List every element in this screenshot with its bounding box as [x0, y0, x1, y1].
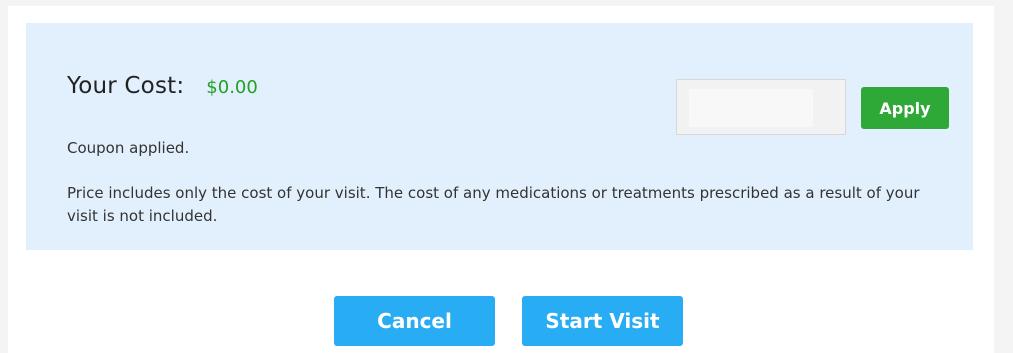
cost-summary-panel: Your Cost: $0.00 Apply Coupon applied. P…	[26, 23, 973, 250]
cost-value: $0.00	[206, 77, 258, 98]
start-visit-button[interactable]: Start Visit	[522, 296, 683, 346]
cost-label: Your Cost:	[67, 73, 185, 99]
page: Your Cost: $0.00 Apply Coupon applied. P…	[0, 0, 1013, 353]
apply-coupon-button[interactable]: Apply	[861, 87, 949, 129]
cancel-button[interactable]: Cancel	[334, 296, 495, 346]
visit-cost-card: Your Cost: $0.00 Apply Coupon applied. P…	[8, 6, 994, 353]
price-disclaimer: Price includes only the cost of your vis…	[67, 184, 920, 225]
coupon-field	[676, 79, 846, 135]
cost-row: Your Cost: $0.00	[67, 73, 258, 99]
coupon-status: Coupon applied.	[67, 139, 190, 157]
coupon-input[interactable]	[689, 89, 813, 127]
